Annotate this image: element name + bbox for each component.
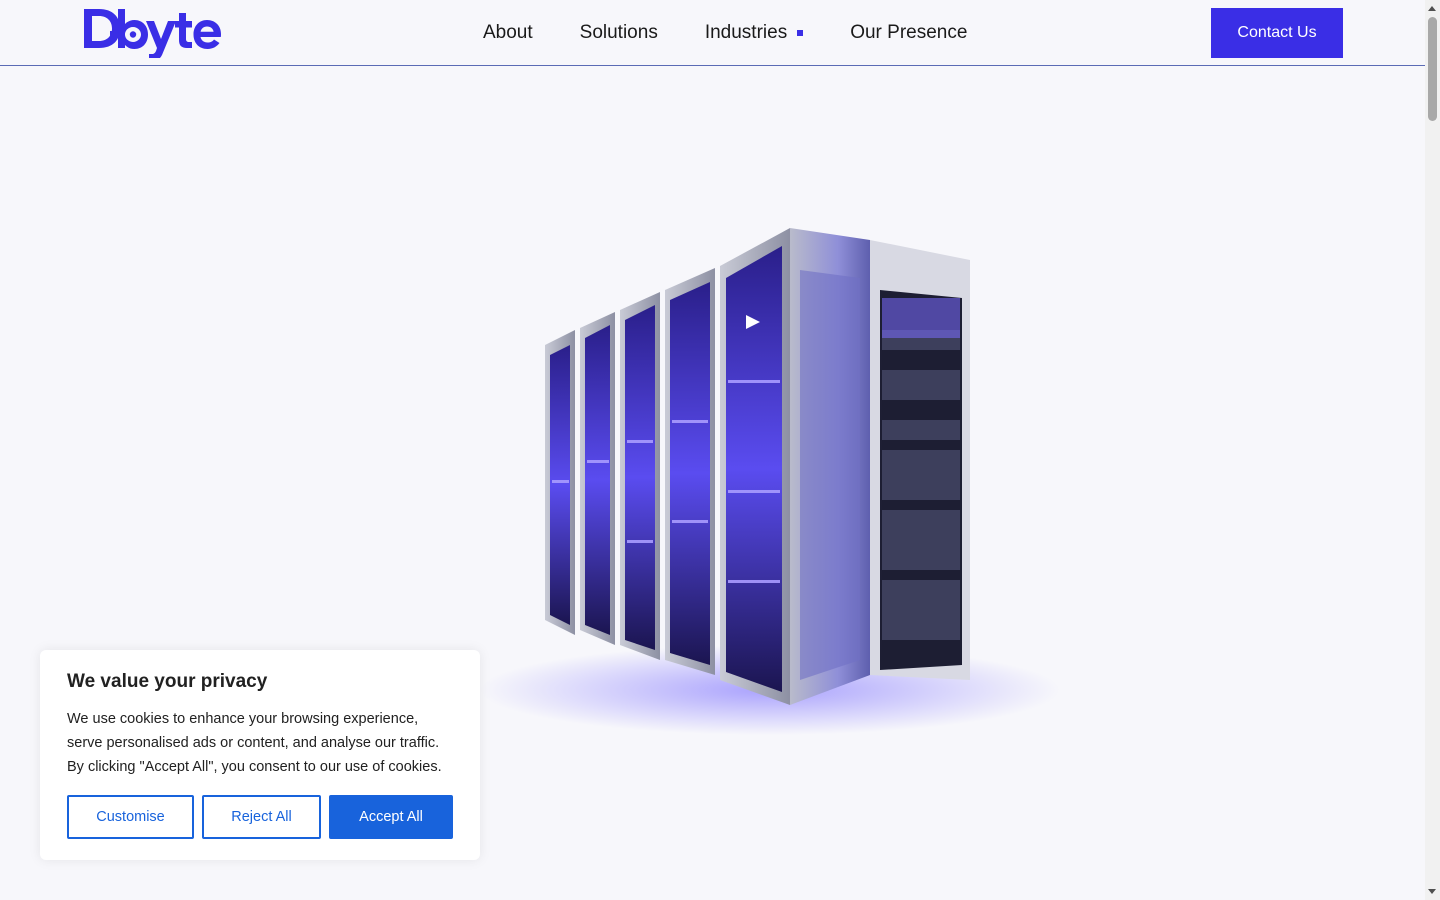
scroll-up-arrow-icon[interactable] [1428,6,1436,11]
nav-industries[interactable]: Industries [704,22,804,44]
nav-solutions-label: Solutions [579,22,658,43]
hero-server-racks-image [470,220,1060,750]
contact-us-button[interactable]: Contact Us [1211,8,1343,58]
dbyte-logo-mark [84,9,221,58]
cookie-button-group: Customise Reject All Accept All [67,795,461,839]
server-racks-illustration [480,228,1060,735]
nav-about[interactable]: About [483,22,533,44]
nav-solutions[interactable]: Solutions [580,22,658,44]
dropdown-indicator-icon [797,30,804,36]
accept-all-button[interactable]: Accept All [329,795,453,839]
nav-our-presence-label: Our Presence [850,22,968,43]
dbyte-logo[interactable] [82,6,224,58]
main-nav: About Solutions Industries Our Presence [483,0,1014,66]
nav-industries-label: Industries [704,22,788,43]
nav-about-label: About [483,22,533,43]
cookie-title: We value your privacy [67,671,268,692]
nav-our-presence[interactable]: Our Presence [850,22,967,44]
site-header: About Solutions Industries Our Presence … [0,0,1425,66]
cookie-description: We use cookies to enhance your browsing … [67,711,442,775]
reject-all-button[interactable]: Reject All [202,795,321,839]
cookie-consent-banner: We value your privacy We use cookies to … [40,650,480,860]
vertical-scrollbar[interactable] [1425,0,1440,900]
scrollbar-thumb[interactable] [1428,17,1437,121]
scroll-down-arrow-icon[interactable] [1428,889,1436,894]
customise-button[interactable]: Customise [67,795,194,839]
